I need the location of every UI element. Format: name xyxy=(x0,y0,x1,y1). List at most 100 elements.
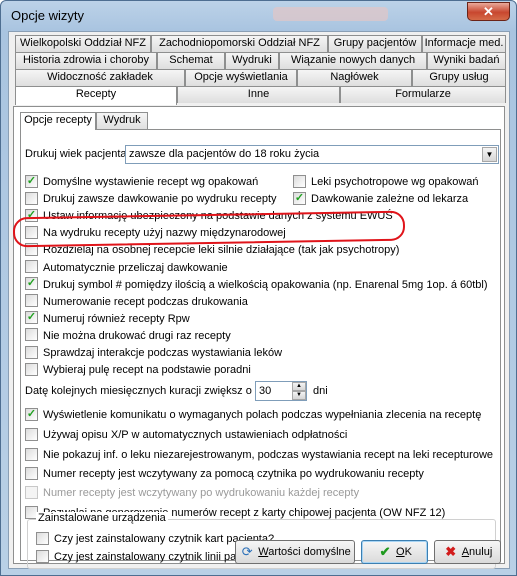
chevron-down-icon[interactable]: ▼ xyxy=(482,147,497,162)
option-left-8[interactable]: ✓ Numeruj również recepty Rpw xyxy=(25,311,190,328)
close-button[interactable]: ✕ xyxy=(467,2,510,21)
checked-checkbox[interactable]: ✓ xyxy=(25,277,38,291)
option-lower-3[interactable]: Numer recepty jest wczytywany za pomocą … xyxy=(25,466,424,483)
option-lower-4[interactable]: Numer recepty jest wczytywany po wydruko… xyxy=(25,485,360,502)
option-label: Na wydruku recepty użyj nazwy międzynaro… xyxy=(43,227,286,240)
tab-grupy-uslug[interactable]: Grupy usług xyxy=(412,69,506,86)
checkbox[interactable] xyxy=(25,466,38,480)
cancel-button[interactable]: ✖ Anuluj xyxy=(434,540,501,564)
monthly-label: Datę kolejnych miesięcznych kuracji zwię… xyxy=(25,385,252,397)
checked-checkbox[interactable]: ✓ xyxy=(25,311,38,325)
option-label: Numerowanie recept podczas drukowania xyxy=(43,295,248,308)
monthly-value: 30 xyxy=(259,385,272,397)
option-left-7[interactable]: Numerowanie recept podczas drukowania xyxy=(25,294,248,311)
checkmark-icon: ✔ xyxy=(379,544,391,560)
tab-inne[interactable]: Inne xyxy=(177,86,340,103)
option-left-0[interactable]: ✓ Domyślne wystawienie recept wg opakowań xyxy=(25,174,259,191)
option-lower-2[interactable]: Nie pokazuj inf. o leku niezarejestrowan… xyxy=(25,447,494,464)
checkbox[interactable] xyxy=(36,531,49,545)
option-left-5[interactable]: Automatycznie przeliczaj dawkowanie xyxy=(25,260,228,277)
checkbox[interactable] xyxy=(25,427,38,441)
option-left-10[interactable]: Sprawdzaj interakcje podczas wystawiania… xyxy=(25,345,283,362)
tab-schemat[interactable]: Schemat xyxy=(157,52,225,69)
blurred-title-area xyxy=(273,7,388,21)
option-left-2[interactable]: ✓ Ustaw informację ubezpieczony na podsta… xyxy=(25,208,393,225)
option-left-1[interactable]: Drukuj zawsze dawkowanie po wydruku rece… xyxy=(25,191,277,208)
checkbox[interactable] xyxy=(25,260,38,274)
option-left-3[interactable]: Na wydruku recepty użyj nazwy międzynaro… xyxy=(25,225,286,242)
option-right-1[interactable]: ✓ Dawkowanie zależne od lekarza xyxy=(293,191,469,208)
tab-widocznosc-zakladek[interactable]: Widoczność zakładek xyxy=(15,69,185,86)
option-label: Leki psychotropowe wg opakowań xyxy=(311,176,479,189)
checkbox[interactable] xyxy=(25,191,38,205)
print-age-label: Drukuj wiek pacjenta: xyxy=(25,148,130,160)
option-label: Sprawdzaj interakcje podczas wystawiania… xyxy=(43,347,283,360)
ok-button[interactable]: ✔ OK xyxy=(361,540,428,564)
checkbox[interactable] xyxy=(25,328,38,342)
option-right-0[interactable]: Leki psychotropowe wg opakowań xyxy=(293,174,479,191)
defaults-button[interactable]: ⟳ Wartości domyślne xyxy=(235,540,355,564)
spin-down-icon[interactable]: ▼ xyxy=(292,391,306,400)
tab-wyniki-badan[interactable]: Wyniki badań xyxy=(427,52,506,69)
window-title: Opcje wizyty xyxy=(11,8,84,23)
option-left-4[interactable]: Rozdzielaj na osobnej recepcie leki siln… xyxy=(25,242,400,259)
opcje-recepty-panel: Drukuj wiek pacjenta: zawsze dla pacjent… xyxy=(20,129,501,569)
option-label: Nie można drukować drugi raz recepty xyxy=(43,329,231,342)
checkbox[interactable] xyxy=(25,485,38,499)
refresh-icon: ⟳ xyxy=(241,544,253,560)
tab-historia-zdrowia[interactable]: Historia zdrowia i choroby xyxy=(15,52,157,69)
tab-grupy-pacjentow[interactable]: Grupy pacjentów xyxy=(328,35,422,52)
monthly-unit: dni xyxy=(313,385,328,397)
dialog-window: Opcje wizyty ✕ Wielkopolski Oddział NFZ … xyxy=(0,0,517,576)
option-label: Dawkowanie zależne od lekarza xyxy=(311,193,469,206)
checkbox[interactable] xyxy=(25,294,38,308)
option-label: Wyświetlenie komunikatu o wymaganych pol… xyxy=(43,409,482,422)
tab-opcje-wyswietlania[interactable]: Opcje wyświetlania xyxy=(185,69,297,86)
option-label: Nie pokazuj inf. o leku niezarejestrowan… xyxy=(43,449,494,462)
tab-wielkopolski[interactable]: Wielkopolski Oddział NFZ xyxy=(15,35,151,52)
option-label: Drukuj symbol # pomiędzy ilością a wielk… xyxy=(43,278,488,291)
option-label: Używaj opisu X/P w automatycznych ustawi… xyxy=(43,429,348,442)
option-label: Drukuj zawsze dawkowanie po wydruku rece… xyxy=(43,193,277,206)
monthly-spinner[interactable]: 30 ▲ ▼ xyxy=(255,381,307,401)
tab-zachodniopomorski[interactable]: Zachodniopomorski Oddział NFZ xyxy=(151,35,328,52)
checked-checkbox[interactable]: ✓ xyxy=(293,191,306,205)
option-label: Domyślne wystawienie recept wg opakowań xyxy=(43,176,259,189)
checkbox[interactable] xyxy=(25,225,38,239)
devices-title: Zainstalowane urządzenia xyxy=(36,512,168,524)
subtab-opcje-recepty[interactable]: Opcje recepty xyxy=(20,112,96,130)
checkbox[interactable] xyxy=(25,345,38,359)
checkbox[interactable] xyxy=(25,362,38,376)
option-left-11[interactable]: Wybieraj pulę recept na podstawie poradn… xyxy=(25,362,251,379)
tab-recepty[interactable]: Recepty xyxy=(15,86,177,105)
tab-wiazanie-danych[interactable]: Wiązanie nowych danych xyxy=(279,52,427,69)
spin-up-icon[interactable]: ▲ xyxy=(292,382,306,391)
option-lower-1[interactable]: Używaj opisu X/P w automatycznych ustawi… xyxy=(25,427,348,444)
checkbox[interactable] xyxy=(25,447,38,461)
option-left-6[interactable]: ✓ Drukuj symbol # pomiędzy ilością a wiel… xyxy=(25,277,488,294)
option-label: Ustaw informację ubezpieczony na podstaw… xyxy=(43,210,393,223)
option-label: Automatycznie przeliczaj dawkowanie xyxy=(43,261,228,274)
checked-checkbox[interactable]: ✓ xyxy=(25,407,38,421)
tab-formularze[interactable]: Formularze xyxy=(340,86,506,103)
checkbox[interactable] xyxy=(25,242,38,256)
option-label: Rozdzielaj na osobnej recepcie leki siln… xyxy=(43,244,400,257)
checkbox[interactable] xyxy=(36,549,49,563)
option-label: Wybieraj pulę recept na podstawie poradn… xyxy=(43,364,251,377)
checked-checkbox[interactable]: ✓ xyxy=(25,208,38,222)
option-left-9[interactable]: Nie można drukować drugi raz recepty xyxy=(25,328,231,345)
tab-naglowek[interactable]: Nagłówek xyxy=(297,69,412,86)
checkbox[interactable] xyxy=(293,174,306,188)
checked-checkbox[interactable]: ✓ xyxy=(25,174,38,188)
subtab-wydruk[interactable]: Wydruk xyxy=(96,112,148,129)
tab-informacje-med[interactable]: Informacje med. xyxy=(422,35,506,52)
print-age-select[interactable]: zawsze dla pacjentów do 18 roku życia ▼ xyxy=(125,145,499,164)
option-label: Numer recepty jest wczytywany za pomocą … xyxy=(43,468,424,481)
recepty-panel: Opcje recepty Wydruk Drukuj wiek pacjent… xyxy=(13,106,505,569)
tab-wydruki[interactable]: Wydruki xyxy=(225,52,279,69)
print-age-value: zawsze dla pacjentów do 18 roku życia xyxy=(129,148,320,160)
title-bar[interactable]: Opcje wizyty ✕ xyxy=(1,1,516,31)
option-lower-0[interactable]: ✓ Wyświetlenie komunikatu o wymaganych po… xyxy=(25,407,482,424)
cancel-x-icon: ✖ xyxy=(445,544,457,560)
option-label: Numer recepty jest wczytywany po wydruko… xyxy=(43,487,360,500)
